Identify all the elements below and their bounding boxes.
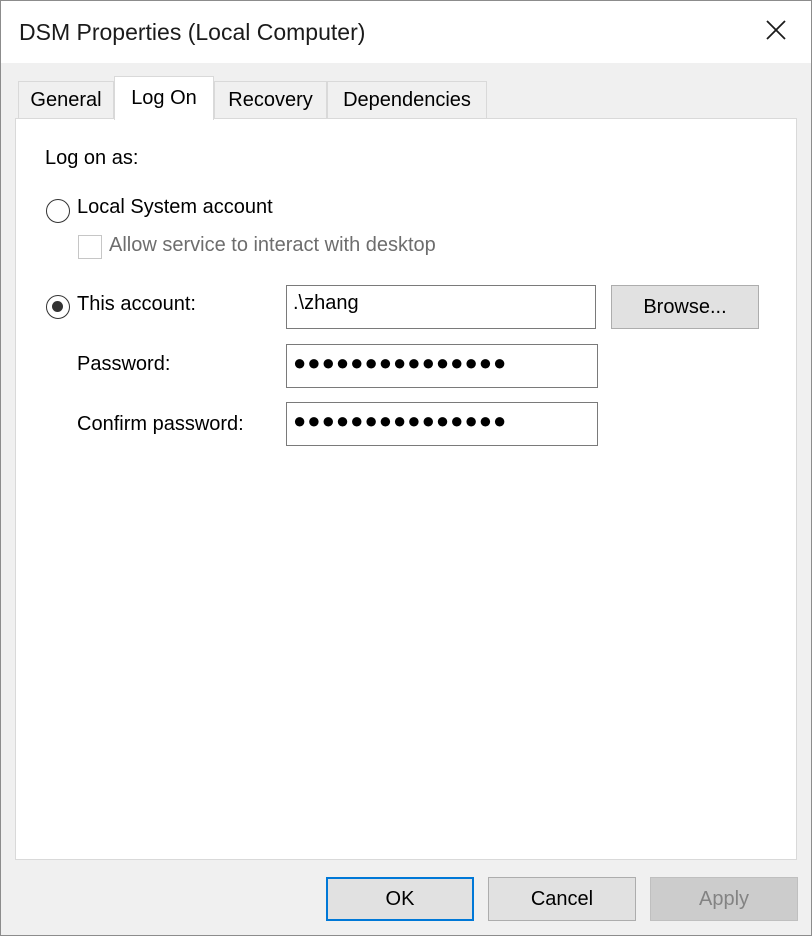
password-label: Password: [77, 353, 171, 375]
log-on-as-heading: Log on as: [45, 147, 139, 169]
local-system-radio[interactable] [46, 199, 70, 223]
close-icon [765, 19, 787, 46]
radio-selected-dot [52, 301, 63, 312]
tab-recovery[interactable]: Recovery [214, 81, 327, 118]
this-account-label[interactable]: This account: [77, 293, 196, 316]
tab-log-on[interactable]: Log On [114, 76, 214, 120]
confirm-password-label: Confirm password: [77, 413, 244, 435]
title-bar: DSM Properties (Local Computer) [1, 1, 811, 63]
local-system-label[interactable]: Local System account [77, 196, 273, 219]
apply-button: Apply [650, 877, 798, 921]
log-on-panel: Log on as: Local System account Allow se… [15, 118, 797, 860]
confirm-password-field[interactable]: ●●●●●●●●●●●●●●● [286, 402, 598, 446]
tab-general[interactable]: General [18, 81, 114, 118]
interact-desktop-label: Allow service to interact with desktop [109, 234, 436, 256]
close-button[interactable] [741, 1, 811, 63]
account-input[interactable]: .\zhang [286, 285, 596, 329]
interact-desktop-checkbox [78, 235, 102, 259]
tab-dependencies[interactable]: Dependencies [327, 81, 487, 118]
window-title: DSM Properties (Local Computer) [19, 19, 366, 45]
tab-strip: General Log On Recovery Dependencies [1, 63, 811, 120]
browse-button[interactable]: Browse... [611, 285, 759, 329]
this-account-radio[interactable] [46, 295, 70, 319]
cancel-button[interactable]: Cancel [488, 877, 636, 921]
ok-button[interactable]: OK [326, 877, 474, 921]
properties-dialog: DSM Properties (Local Computer) General … [0, 0, 812, 936]
password-field[interactable]: ●●●●●●●●●●●●●●● [286, 344, 598, 388]
